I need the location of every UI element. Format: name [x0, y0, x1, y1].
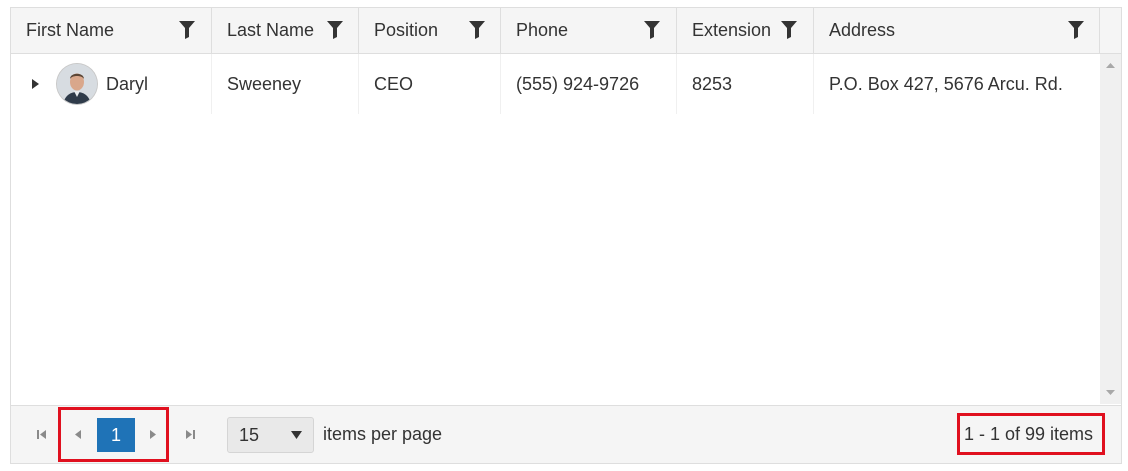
cell-first-name: Daryl [11, 54, 212, 114]
cell-position: CEO [359, 54, 501, 114]
first-page-button[interactable] [27, 420, 55, 448]
column-header-first-name[interactable]: First Name [11, 8, 212, 53]
column-header-label: First Name [26, 20, 115, 40]
header-scrollbar-filler [1100, 8, 1121, 53]
table-row[interactable]: Daryl Sweeney CEO (555) 924-9726 8253 P.… [11, 54, 1100, 114]
column-header-address[interactable]: Address [814, 8, 1100, 53]
filter-icon[interactable] [469, 21, 485, 39]
items-per-page-label: items per page [323, 424, 443, 444]
first-page-icon [36, 429, 46, 439]
cell-phone: (555) 924-9726 [501, 54, 677, 114]
scroll-down-icon[interactable] [1106, 389, 1115, 396]
grid-content: Daryl Sweeney CEO (555) 924-9726 8253 P.… [11, 54, 1121, 404]
last-page-button[interactable] [176, 420, 204, 448]
expand-row-icon[interactable] [30, 78, 40, 90]
grid-header: First Name Last Name Position Phone Exte… [11, 8, 1121, 54]
column-header-label: Phone [516, 20, 569, 40]
scroll-up-icon[interactable] [1106, 62, 1115, 69]
page-size-dropdown[interactable]: 15 [227, 417, 314, 453]
column-header-position[interactable]: Position [359, 8, 501, 53]
filter-icon[interactable] [179, 21, 195, 39]
filter-icon[interactable] [644, 21, 660, 39]
data-grid: First Name Last Name Position Phone Exte… [10, 7, 1122, 464]
address-value: P.O. Box 427, 5676 Arcu. Rd. [829, 74, 1063, 94]
highlight-box-page-nav [58, 407, 169, 462]
last-page-icon [185, 429, 195, 439]
filter-icon[interactable] [1068, 21, 1084, 39]
column-header-label: Position [374, 20, 439, 40]
filter-icon[interactable] [781, 21, 797, 39]
extension-value: 8253 [692, 74, 733, 94]
last-name-value: Sweeney [227, 74, 302, 94]
filter-icon[interactable] [327, 21, 343, 39]
column-header-label: Last Name [227, 20, 315, 40]
cell-extension: 8253 [677, 54, 814, 114]
vertical-scrollbar[interactable] [1100, 54, 1121, 404]
column-header-last-name[interactable]: Last Name [212, 8, 359, 53]
cell-last-name: Sweeney [212, 54, 359, 114]
cell-address: P.O. Box 427, 5676 Arcu. Rd. [814, 54, 1100, 114]
column-header-label: Address [829, 20, 896, 40]
column-header-phone[interactable]: Phone [501, 8, 677, 53]
phone-value: (555) 924-9726 [516, 74, 640, 94]
first-name-value: Daryl [106, 74, 149, 94]
chevron-down-icon [291, 431, 302, 439]
column-header-extension[interactable]: Extension [677, 8, 814, 53]
pager: 1 15 items per page 1 - 1 of 99 items [11, 405, 1121, 463]
avatar [57, 64, 97, 104]
page-size-value: 15 [239, 425, 260, 445]
highlight-box-pager-info [957, 413, 1105, 455]
column-header-label: Extension [692, 20, 772, 40]
position-value: CEO [374, 74, 414, 94]
